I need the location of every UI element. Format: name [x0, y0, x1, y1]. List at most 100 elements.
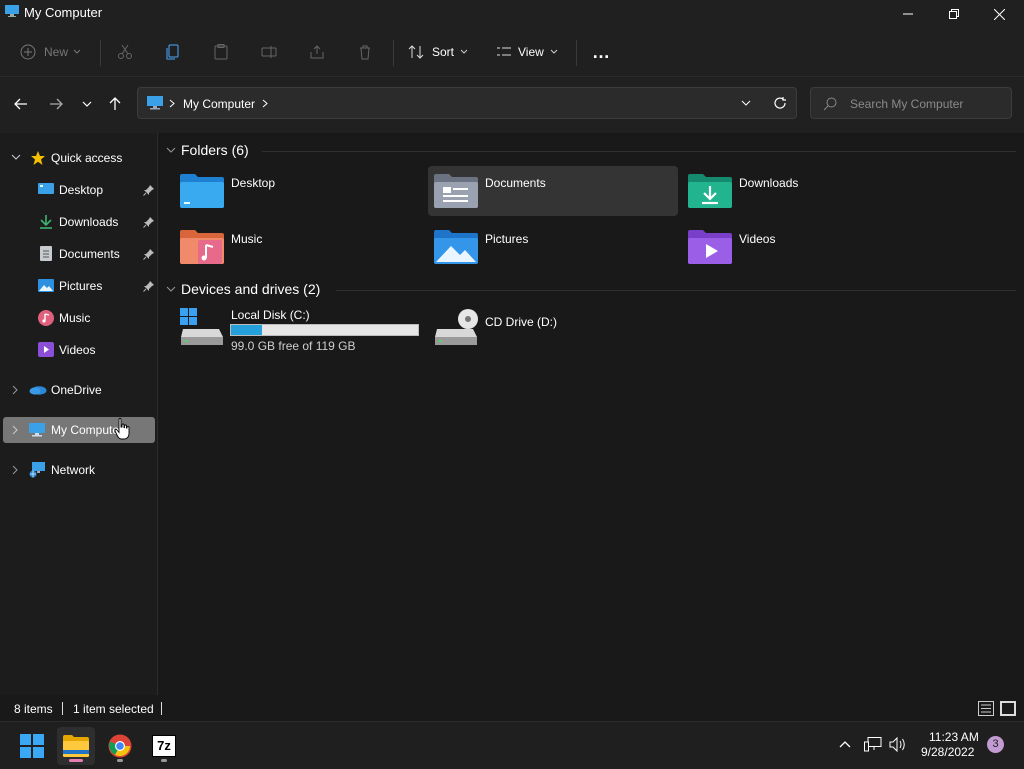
taskbar-chrome[interactable] [101, 727, 139, 765]
tiles-view-icon[interactable] [1000, 701, 1016, 716]
video-icon [38, 342, 54, 357]
folder-downloads[interactable]: Downloads [682, 166, 932, 216]
address-current-location[interactable]: My Computer [183, 97, 255, 111]
sidebar-item-desktop[interactable]: Desktop [3, 177, 155, 203]
sidebar-item-label: Videos [59, 343, 96, 357]
search-box[interactable]: Search My Computer [810, 87, 1012, 119]
minimize-button[interactable] [885, 0, 931, 28]
taskbar: 7z 11:23 AM 9/28/2022 3 [0, 721, 1024, 769]
7zip-icon: 7z [152, 735, 176, 757]
folder-videos[interactable]: Videos [682, 222, 932, 272]
folder-label: Documents [485, 176, 546, 190]
details-view-icon[interactable] [978, 701, 994, 716]
item-count: 8 items [14, 702, 53, 716]
refresh-icon[interactable] [773, 96, 787, 110]
folder-pictures[interactable]: Pictures [428, 222, 678, 272]
chevron-down-icon [73, 49, 81, 54]
taskbar-file-explorer[interactable] [57, 727, 95, 765]
start-button[interactable] [13, 727, 51, 765]
address-bar[interactable]: My Computer [137, 87, 797, 119]
back-button[interactable] [9, 92, 33, 116]
toolbar-divider [393, 40, 394, 66]
folder-label: Videos [739, 232, 776, 246]
chevron-up-icon[interactable] [839, 740, 851, 748]
sort-button[interactable]: Sort [408, 39, 468, 65]
view-button[interactable]: View [496, 39, 558, 65]
recent-locations-button[interactable] [75, 92, 99, 116]
folder-label: Downloads [739, 176, 799, 190]
close-button[interactable] [976, 0, 1022, 28]
hand-cursor-icon [114, 418, 130, 440]
arrow-right-icon [50, 98, 63, 110]
status-divider [161, 702, 162, 715]
clock-time[interactable]: 11:23 AM [929, 730, 979, 744]
network-status-icon[interactable] [864, 737, 882, 752]
cloud-icon [29, 386, 47, 395]
chevron-right-icon [169, 99, 175, 108]
folder-desktop[interactable]: Desktop [174, 166, 424, 216]
sidebar-item-onedrive[interactable]: OneDrive [3, 377, 155, 403]
volume-icon[interactable] [889, 737, 907, 752]
delete-button[interactable] [357, 39, 373, 65]
sidebar-item-documents[interactable]: Documents [3, 241, 155, 267]
restore-icon [949, 9, 959, 19]
sidebar-item-music[interactable]: Music [3, 305, 155, 331]
sidebar-item-network[interactable]: Network [3, 457, 155, 483]
folder-documents[interactable]: Documents [428, 166, 678, 216]
drive-d[interactable]: CD Drive (D:) [428, 304, 678, 356]
document-icon [40, 246, 52, 261]
computer-icon [147, 96, 163, 110]
status-divider [62, 702, 63, 715]
up-button[interactable] [103, 92, 127, 116]
desktop-folder-icon [180, 174, 224, 208]
sidebar-item-label: Network [51, 463, 96, 477]
sidebar-item-pictures[interactable]: Pictures [3, 273, 155, 299]
drive-label: Local Disk (C:) [231, 308, 310, 322]
drive-usage-bar [230, 324, 419, 336]
cut-button[interactable] [117, 39, 133, 65]
copy-icon [166, 44, 179, 60]
paste-button[interactable] [213, 39, 229, 65]
section-divider [262, 151, 1016, 152]
sidebar-item-label: Desktop [59, 183, 104, 197]
sidebar-item-my-computer[interactable]: My Computer [3, 417, 155, 443]
devices-section-header[interactable]: Devices and drives (2) [166, 281, 320, 297]
pin-icon[interactable] [143, 184, 155, 196]
rename-button[interactable] [261, 39, 277, 65]
more-options-button[interactable]: … [592, 39, 610, 65]
windows-drive-icon [180, 308, 223, 345]
clock-date[interactable]: 9/28/2022 [921, 745, 974, 759]
restore-button[interactable] [931, 0, 977, 28]
toolbar-divider [576, 40, 577, 66]
folders-section-header[interactable]: Folders (6) [166, 142, 249, 158]
pin-icon[interactable] [143, 216, 155, 228]
close-icon [993, 8, 1005, 20]
active-app-indicator [69, 759, 83, 762]
computer-icon [29, 423, 45, 437]
new-button[interactable]: New [20, 39, 81, 65]
pin-icon[interactable] [143, 280, 155, 292]
taskbar-7zip[interactable]: 7z [145, 727, 183, 765]
folder-music[interactable]: Music [174, 222, 424, 272]
notification-badge[interactable]: 3 [987, 736, 1004, 753]
chevron-right-icon[interactable] [262, 99, 268, 108]
chevron-down-icon [11, 154, 21, 160]
chevron-down-icon[interactable] [741, 100, 751, 106]
drive-usage-fill [231, 325, 263, 335]
folder-label: Desktop [231, 176, 276, 190]
plus-circle-icon [20, 44, 36, 60]
drive-c[interactable]: Local Disk (C:) 99.0 GB free of 119 GB [174, 304, 424, 356]
sort-label: Sort [432, 45, 455, 59]
sidebar-item-videos[interactable]: Videos [3, 337, 155, 363]
running-app-indicator [161, 759, 167, 762]
pin-icon[interactable] [143, 248, 155, 260]
forward-button[interactable] [44, 92, 68, 116]
chevron-down-icon [550, 49, 558, 54]
sidebar-item-quick-access[interactable]: Quick access [3, 145, 155, 171]
search-icon [823, 97, 837, 111]
chevron-right-icon [12, 425, 18, 435]
copy-button[interactable] [165, 39, 181, 65]
running-app-indicator [117, 759, 123, 762]
share-button[interactable] [309, 39, 325, 65]
sidebar-item-downloads[interactable]: Downloads [3, 209, 155, 235]
